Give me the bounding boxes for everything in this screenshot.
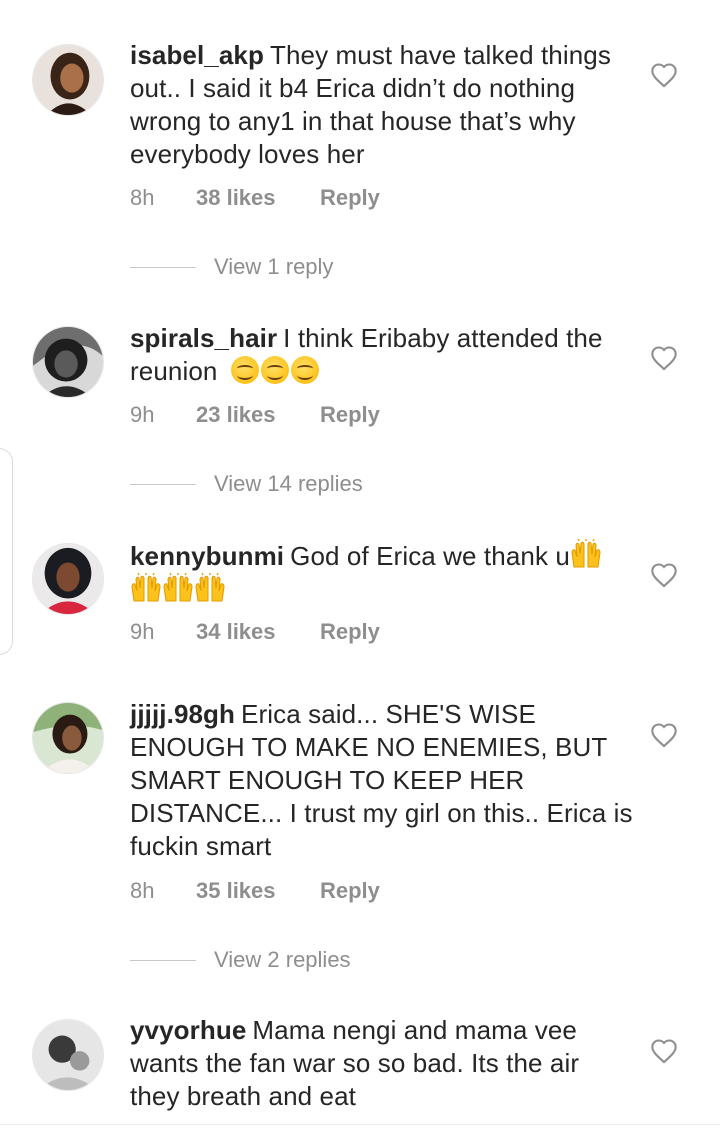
bottom-divider xyxy=(0,1124,720,1125)
view-replies-button[interactable]: View 1 reply xyxy=(130,254,333,280)
raising-hands-emoji xyxy=(163,573,193,602)
heart-outline-icon[interactable] xyxy=(650,1038,678,1064)
comment-likes[interactable]: 35 likes xyxy=(196,878,320,904)
smiling-face-emoji-group xyxy=(230,356,321,386)
comment-username[interactable]: kennybunmi xyxy=(130,541,284,571)
comment-text: yvyorhue Mama nengi and mama vee wants th… xyxy=(130,1014,635,1113)
avatar[interactable] xyxy=(32,44,104,116)
view-replies-label: View 1 reply xyxy=(214,254,334,279)
heart-outline-icon[interactable] xyxy=(650,345,678,371)
divider-line xyxy=(130,266,196,268)
divider-line xyxy=(130,959,196,961)
avatar[interactable] xyxy=(32,326,104,398)
comment-body: God of Erica we thank u xyxy=(290,541,570,571)
view-replies-label: View 14 replies xyxy=(214,471,363,496)
comment-likes[interactable]: 23 likes xyxy=(196,402,320,428)
smiling-face-emoji xyxy=(290,356,319,384)
side-drawer-handle[interactable] xyxy=(0,448,13,655)
reply-button[interactable]: Reply xyxy=(320,878,380,904)
comment-username[interactable]: isabel_akp xyxy=(130,40,264,70)
heart-outline-icon[interactable] xyxy=(650,722,678,748)
avatar[interactable] xyxy=(32,702,104,774)
comment-text: spirals_hair I think Eribaby attended the… xyxy=(130,322,635,388)
comment-likes[interactable]: 34 likes xyxy=(196,619,320,645)
heart-outline-icon[interactable] xyxy=(650,562,678,588)
comment-meta: 9h 23 likes Reply xyxy=(130,402,380,428)
comment-time: 8h xyxy=(130,878,155,903)
comment-username[interactable]: jjjjj.98gh xyxy=(130,699,235,729)
raising-hands-emoji-group xyxy=(130,573,226,605)
divider-line xyxy=(130,483,196,485)
view-replies-button[interactable]: View 2 replies xyxy=(130,947,351,973)
comment-meta: 8h 35 likes Reply xyxy=(130,878,380,904)
comment-time: 9h xyxy=(130,619,155,644)
comment-text: kennybunmi God of Erica we thank u xyxy=(130,539,635,607)
raising-hands-emoji xyxy=(195,573,225,602)
raising-hands-emoji xyxy=(571,539,601,568)
comment-time: 9h xyxy=(130,402,155,427)
comment-text: isabel_akp They must have talked things o… xyxy=(130,39,635,171)
avatar[interactable] xyxy=(32,1019,104,1091)
reply-button[interactable]: Reply xyxy=(320,619,380,645)
comment-time: 8h xyxy=(130,185,155,210)
reply-button[interactable]: Reply xyxy=(320,185,380,211)
reply-button[interactable]: Reply xyxy=(320,402,380,428)
comment-username[interactable]: spirals_hair xyxy=(130,323,277,353)
view-replies-label: View 2 replies xyxy=(214,947,351,972)
heart-outline-icon[interactable] xyxy=(650,62,678,88)
view-replies-button[interactable]: View 14 replies xyxy=(130,471,363,497)
comment-meta: 9h 34 likes Reply xyxy=(130,619,380,645)
comment-text: jjjjj.98gh Erica said... SHE'S WISE ENOUG… xyxy=(130,698,635,863)
raising-hands-emoji xyxy=(131,573,161,602)
comment-username[interactable]: yvyorhue xyxy=(130,1015,246,1045)
comment-likes[interactable]: 38 likes xyxy=(196,185,320,211)
comment-meta: 8h 38 likes Reply xyxy=(130,185,380,211)
smiling-face-emoji xyxy=(230,356,259,384)
smiling-face-emoji xyxy=(260,356,289,384)
raising-hands-emoji-group xyxy=(570,539,602,571)
avatar[interactable] xyxy=(32,543,104,615)
